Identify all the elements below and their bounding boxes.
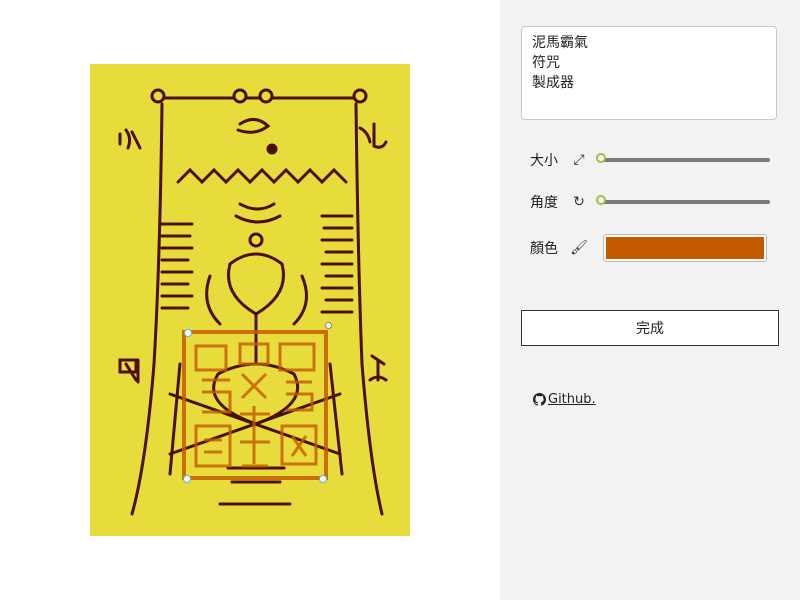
github-icon: [533, 393, 546, 406]
github-link-label: Github.: [548, 392, 596, 407]
seal-stamp-overlay[interactable]: [182, 322, 332, 483]
canvas-area: [0, 0, 500, 600]
resize-expand-icon: ⤢: [573, 152, 585, 168]
size-control: 大小 ⤢: [530, 148, 590, 172]
rotate-icon: ↻: [573, 194, 585, 210]
angle-control: 角度 ↻: [530, 190, 590, 214]
selection-handle-bottom-right[interactable]: [319, 475, 327, 483]
angle-slider-thumb[interactable]: [596, 195, 606, 205]
size-label: 大小: [530, 153, 558, 169]
size-slider[interactable]: [596, 153, 770, 163]
control-panel: 泥馬霸氣 符咒 製成器 大小 ⤢ 角度 ↻ 顏色 🖌 完成 Github.: [500, 0, 800, 600]
color-control: 顏色 🖌: [530, 236, 590, 260]
github-link[interactable]: Github.: [533, 392, 596, 407]
selection-handle-bottom-left[interactable]: [183, 475, 191, 483]
size-slider-thumb[interactable]: [596, 153, 606, 163]
color-swatch-fill: [606, 237, 764, 259]
seal-stamp-image: [182, 330, 328, 480]
color-picker[interactable]: [603, 234, 767, 262]
selection-handle-top-left[interactable]: [184, 329, 192, 337]
talisman-text-input[interactable]: 泥馬霸氣 符咒 製成器: [521, 26, 777, 120]
color-label: 顏色: [530, 241, 558, 257]
done-button[interactable]: 完成: [521, 310, 779, 346]
angle-slider[interactable]: [596, 195, 770, 205]
rotate-handle[interactable]: [325, 322, 332, 329]
angle-label: 角度: [530, 195, 558, 211]
paintbrush-icon: 🖌: [570, 240, 588, 256]
